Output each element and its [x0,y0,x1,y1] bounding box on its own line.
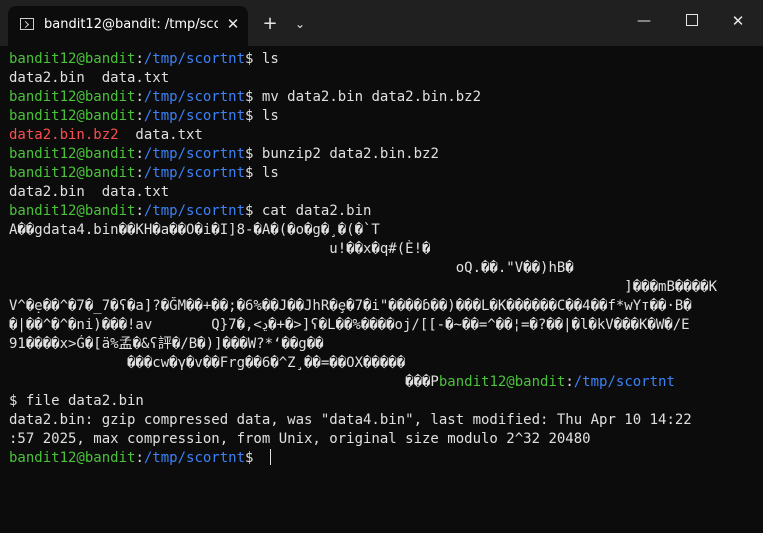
chevron-down-icon[interactable]: ⌄ [288,12,312,36]
text-cursor [269,449,271,465]
output-line: data2.bin: gzip compressed data, was "da… [9,412,692,428]
prompt-line: bandit12@bandit:/tmp/scortnt$ ls [9,51,279,67]
new-tab-button[interactable]: + [258,12,282,36]
binary-output-line: 91����x>Ǵ�[ä%孟�&ʕ評�/B�)]���W?*ʻ��g�� [9,336,324,352]
binary-output-line: u!��x�q#(È!� [9,241,431,257]
prompt-line: bandit12@bandit:/tmp/scortnt$ mv data2.b… [9,89,482,105]
active-prompt-line[interactable]: bandit12@bandit:/tmp/scortnt$ [9,449,757,468]
close-tab-icon[interactable]: ✕ [222,13,244,35]
minimize-button[interactable]: — [624,6,664,36]
maximize-button[interactable] [672,6,712,36]
prompt-line: bandit12@bandit:/tmp/scortnt$ ls [9,108,279,124]
prompt-line: bandit12@bandit:/tmp/scortnt$ cat data2.… [9,203,372,219]
prompt-line: bandit12@bandit:/tmp/scortnt$ bunzip2 da… [9,146,439,162]
binary-output-line: V^�ẹ��^�7�_7�ʕ�a]?�ĞM��+��;�6%��J��JhR�ȩ… [9,298,692,314]
prompt-line: $ file data2.bin [9,393,144,409]
binary-output-line: ���cw�γ�v��Frg��6�^Z¸��=��OX����� [9,355,406,371]
prompt-line: bandit12@bandit:/tmp/scortnt$ ls [9,165,279,181]
title-bar[interactable]: bandit12@bandit: /tmp/scortnt ✕ + ⌄ — ✕ [0,0,763,46]
close-window-button[interactable]: ✕ [718,6,758,36]
binary-output-line: oQ.��."V��)hB� [9,260,574,276]
output-line: data2.bin data.txt [9,70,170,86]
terminal-output[interactable]: bandit12@bandit:/tmp/scortnt$ ls data2.b… [9,50,757,528]
binary-output-line: ]���mB����K [9,279,718,295]
output-line: :57 2025, max compression, from Unix, or… [9,431,591,447]
terminal-tab[interactable]: bandit12@bandit: /tmp/scortnt ✕ [8,6,248,46]
binary-output-line: A��gdata4.bin��KH�a��O�i�I]8-�A�(�o�g�¸�… [9,222,380,238]
terminal-window: bandit12@bandit: /tmp/scortnt ✕ + ⌄ — ✕ … [0,0,763,533]
output-line: data2.bin data.txt [9,184,170,200]
terminal-icon [20,18,34,30]
output-line: data2.bin.bz2 data.txt [9,127,203,143]
binary-output-line: �|��^�^�ni)���!av Q}7�,<ڍ�+�>]ʕ�L��%����… [9,317,690,333]
tab-title: bandit12@bandit: /tmp/scortnt [44,17,218,32]
binary-prompt-line: ���Pbandit12@bandit:/tmp/scortnt [9,374,675,390]
maximize-icon [686,14,698,26]
